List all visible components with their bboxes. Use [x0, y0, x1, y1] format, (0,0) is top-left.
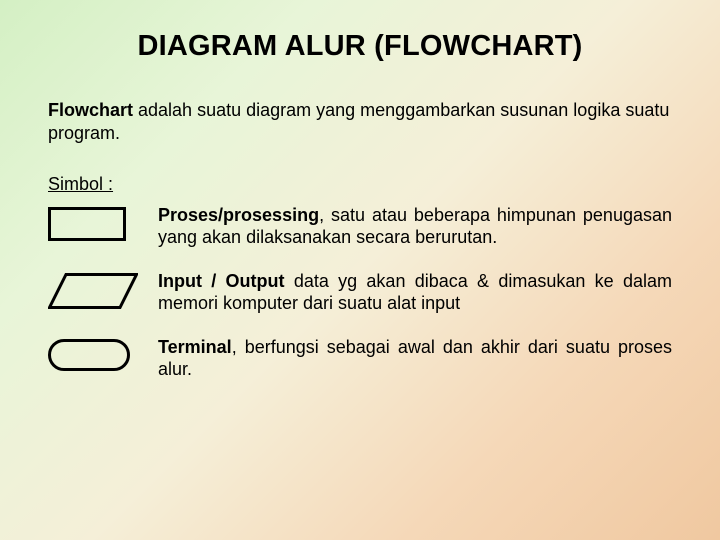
symbol-row-process: Proses/prosessing, satu atau beberapa hi…	[48, 205, 672, 249]
definition-lead: Flowchart	[48, 100, 133, 120]
symbol-row-terminal: Terminal, berfungsi sebagai awal dan akh…	[48, 337, 672, 381]
flowchart-definition: Flowchart adalah suatu diagram yang meng…	[48, 99, 672, 144]
symbol-row-io: Input / Output data yg akan dibaca & dim…	[48, 271, 672, 315]
symbol-header: Simbol :	[48, 174, 672, 195]
terminal-rest: , berfungsi sebagai awal dan akhir dari …	[158, 337, 672, 379]
stadium-icon	[48, 337, 158, 371]
process-lead: Proses/prosessing	[158, 205, 319, 225]
definition-rest: adalah suatu diagram yang menggambarkan …	[48, 100, 669, 143]
io-lead: Input / Output	[158, 271, 285, 291]
page-title: DIAGRAM ALUR (FLOWCHART)	[48, 30, 672, 63]
io-description: Input / Output data yg akan dibaca & dim…	[158, 271, 672, 315]
terminal-description: Terminal, berfungsi sebagai awal dan akh…	[158, 337, 672, 381]
parallelogram-icon	[48, 271, 158, 309]
process-description: Proses/prosessing, satu atau beberapa hi…	[158, 205, 672, 249]
terminal-lead: Terminal	[158, 337, 232, 357]
process-rectangle-icon	[48, 205, 158, 241]
